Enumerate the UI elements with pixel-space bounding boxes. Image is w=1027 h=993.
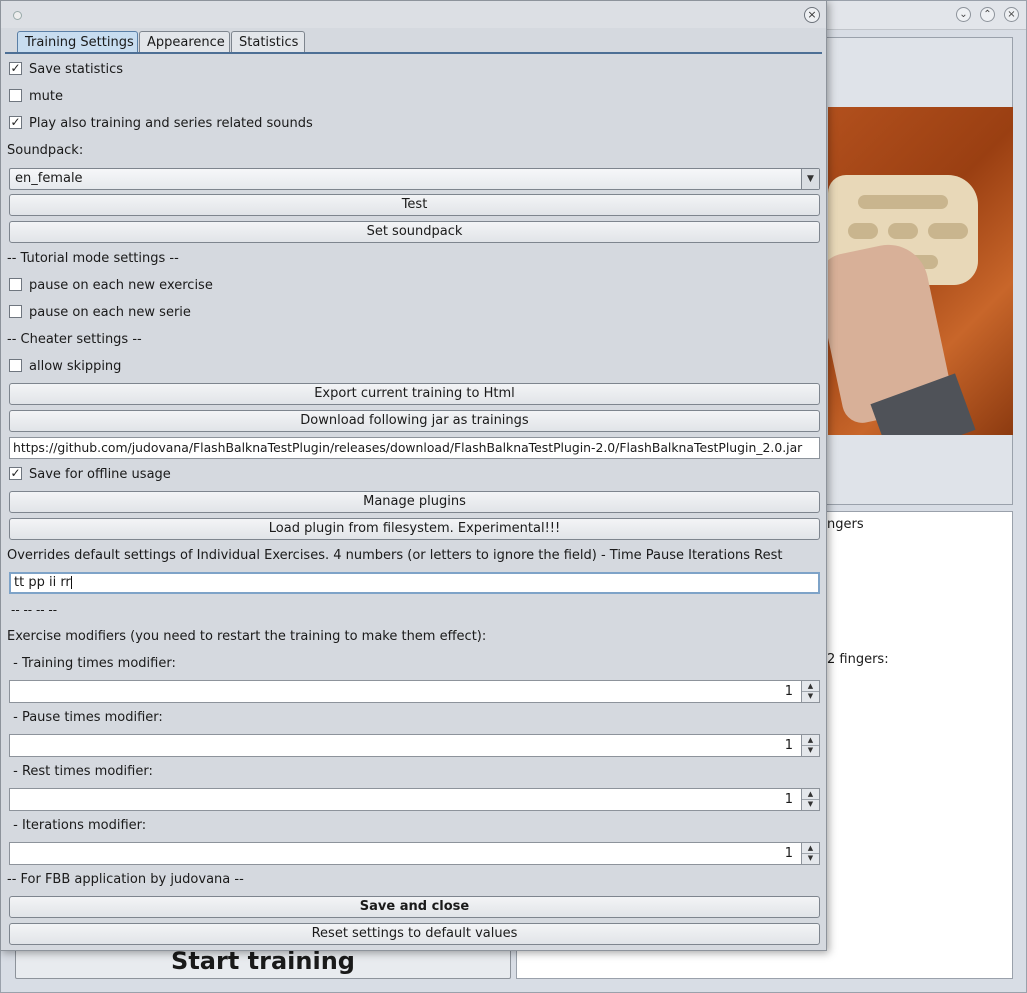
checkbox-box[interactable] xyxy=(9,305,22,318)
play-sounds-checkbox[interactable]: ✓ Play also training and series related s… xyxy=(9,113,313,135)
save-and-close-button[interactable]: Save and close xyxy=(9,896,820,918)
pause-times-label: - Pause times modifier: xyxy=(9,710,163,725)
overrides-value: tt pp ii rr xyxy=(14,575,71,590)
tab-underline xyxy=(5,52,822,54)
minimize-icon[interactable]: ⌄ xyxy=(956,7,971,22)
save-statistics-checkbox[interactable]: ✓ Save statistics xyxy=(9,59,123,81)
checkbox-box[interactable] xyxy=(9,359,22,372)
tab-training-settings[interactable]: Training Settings xyxy=(17,31,138,53)
check-icon[interactable]: ✓ xyxy=(9,467,22,480)
soundpack-select[interactable]: en_female ▼ xyxy=(9,168,820,190)
spin-down-icon[interactable]: ▼ xyxy=(802,853,819,863)
maximize-icon[interactable]: ⌃ xyxy=(980,7,995,22)
training-times-label: - Training times modifier: xyxy=(9,656,176,671)
offline-usage-checkbox[interactable]: ✓ Save for offline usage xyxy=(9,464,171,486)
checkbox-label: Play also training and series related so… xyxy=(29,116,313,131)
check-icon[interactable]: ✓ xyxy=(9,116,22,129)
load-plugin-button[interactable]: Load plugin from filesystem. Experimenta… xyxy=(9,518,820,540)
iterations-label: - Iterations modifier: xyxy=(9,818,147,833)
spin-down-icon[interactable]: ▼ xyxy=(802,691,819,701)
checkbox-label: mute xyxy=(29,89,63,104)
window-close-icon[interactable]: × xyxy=(1004,7,1019,22)
spin-down-icon[interactable]: ▼ xyxy=(802,799,819,809)
hangboard-photo xyxy=(828,107,1013,435)
checkbox-label: allow skipping xyxy=(29,359,122,374)
checkbox-label: pause on each new exercise xyxy=(29,278,213,293)
soundpack-value: en_female xyxy=(15,171,83,186)
allow-skipping-checkbox[interactable]: allow skipping xyxy=(9,356,121,378)
download-jar-button[interactable]: Download following jar as trainings xyxy=(9,410,820,432)
spinner-value: 1 xyxy=(784,846,793,861)
mute-checkbox[interactable]: mute xyxy=(9,86,63,108)
description-text: 2 fingers: xyxy=(827,652,889,667)
dialog-titlebar: × xyxy=(1,1,826,28)
cheater-header: -- Cheater settings -- xyxy=(7,332,142,347)
checkbox-label: Save statistics xyxy=(29,62,123,77)
pause-exercise-checkbox[interactable]: pause on each new exercise xyxy=(9,275,213,297)
tutorial-header: -- Tutorial mode settings -- xyxy=(7,251,179,266)
overrides-label: Overrides default settings of Individual… xyxy=(7,548,783,563)
tab-statistics[interactable]: Statistics xyxy=(231,31,305,53)
spinner-value: 1 xyxy=(784,792,793,807)
chevron-down-icon[interactable]: ▼ xyxy=(801,169,819,189)
checkbox-label: Save for offline usage xyxy=(29,467,171,482)
tab-appearence[interactable]: Appearence xyxy=(139,31,230,53)
iterations-spinner[interactable]: 1 ▲ ▼ xyxy=(9,842,820,865)
close-icon[interactable]: × xyxy=(804,7,820,23)
check-icon[interactable]: ✓ xyxy=(9,62,22,75)
spinner-value: 1 xyxy=(784,684,793,699)
text-caret xyxy=(70,576,72,589)
modifiers-header: Exercise modifiers (you need to restart … xyxy=(7,629,487,644)
jar-url-input[interactable]: https://github.com/judovana/FlashBalknaT… xyxy=(9,437,820,459)
checkbox-box[interactable] xyxy=(9,89,22,102)
separator-text: -- -- -- -- xyxy=(11,603,58,617)
window-menu-icon[interactable] xyxy=(13,11,22,20)
rest-times-spinner[interactable]: 1 ▲ ▼ xyxy=(9,788,820,811)
overrides-input[interactable]: tt pp ii rr xyxy=(9,572,820,594)
soundpack-label: Soundpack: xyxy=(7,143,84,158)
checkbox-label: pause on each new serie xyxy=(29,305,191,320)
spin-down-icon[interactable]: ▼ xyxy=(802,745,819,755)
settings-dialog: × Training Settings Appearence Statistic… xyxy=(0,0,827,951)
rest-times-label: - Rest times modifier: xyxy=(9,764,153,779)
pause-times-spinner[interactable]: 1 ▲ ▼ xyxy=(9,734,820,757)
reset-defaults-button[interactable]: Reset settings to default values xyxy=(9,923,820,945)
training-times-spinner[interactable]: 1 ▲ ▼ xyxy=(9,680,820,703)
set-soundpack-button[interactable]: Set soundpack xyxy=(9,221,820,243)
test-button[interactable]: Test xyxy=(9,194,820,216)
export-html-button[interactable]: Export current training to Html xyxy=(9,383,820,405)
manage-plugins-button[interactable]: Manage plugins xyxy=(9,491,820,513)
description-text: ngers xyxy=(827,517,864,532)
checkbox-box[interactable] xyxy=(9,278,22,291)
spinner-value: 1 xyxy=(784,738,793,753)
footer-text: -- For FBB application by judovana -- xyxy=(7,872,244,887)
pause-serie-checkbox[interactable]: pause on each new serie xyxy=(9,302,191,324)
